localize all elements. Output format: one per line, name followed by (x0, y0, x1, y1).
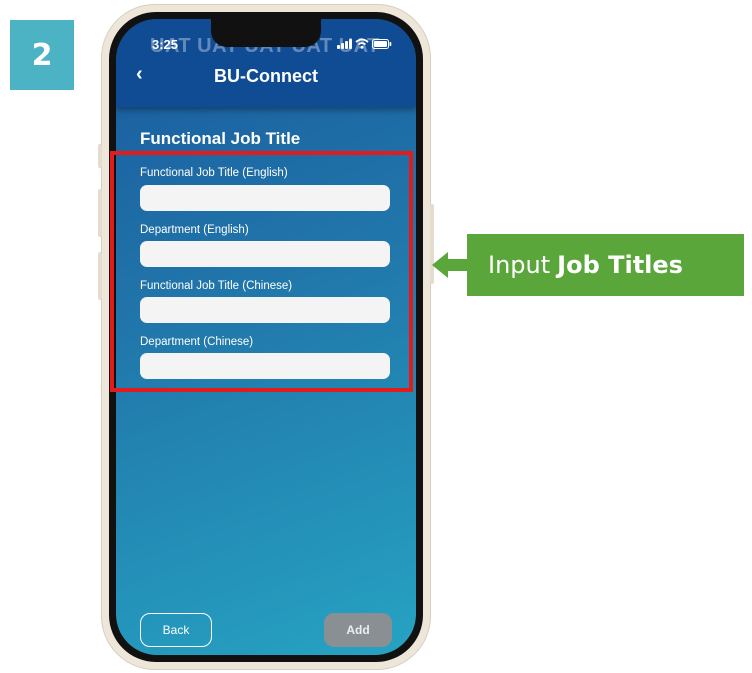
signal-icon (337, 39, 352, 49)
step-number-badge: 2 (10, 20, 74, 90)
app-title: BU-Connect (214, 66, 318, 86)
volume-down-button (98, 252, 102, 300)
input-fields-highlight (110, 151, 413, 392)
add-button[interactable]: Add (324, 613, 392, 647)
phone-notch (211, 19, 321, 47)
callout-emphasis: Job Titles (557, 251, 683, 279)
wifi-icon (355, 38, 369, 49)
volume-up-button (98, 189, 102, 237)
callout-prefix: Input (488, 251, 551, 279)
callout-arrow-shaft (447, 259, 467, 271)
status-icons (337, 38, 392, 49)
mute-switch (98, 144, 102, 168)
back-button[interactable]: Back (140, 613, 212, 647)
instruction-callout: Input Job Titles (467, 234, 744, 296)
callout-arrow-icon (432, 252, 448, 278)
status-time: 3:25 (152, 37, 179, 52)
section-title: Functional Job Title (140, 129, 301, 148)
battery-icon (372, 39, 392, 49)
